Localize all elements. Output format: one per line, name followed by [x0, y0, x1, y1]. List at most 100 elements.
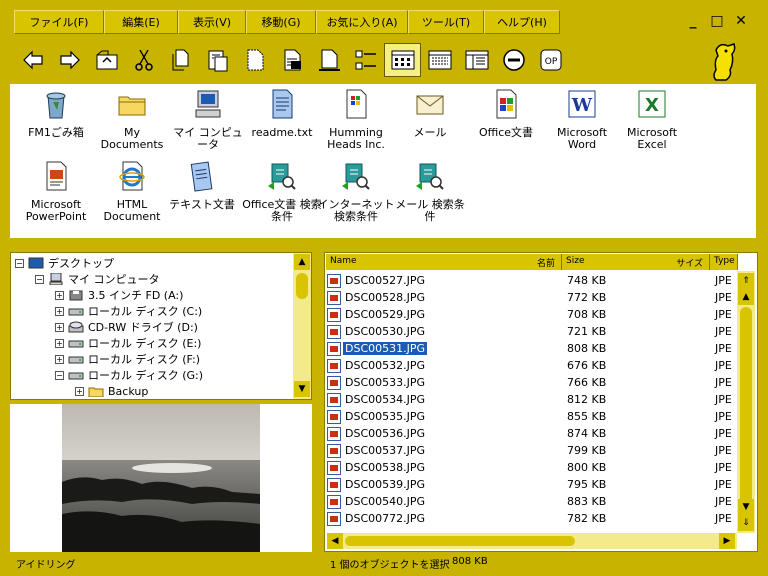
- cut-button[interactable]: [125, 43, 162, 77]
- file-row[interactable]: DSC00529.JPG 708 KB JPE: [327, 306, 745, 323]
- tree-node[interactable]: +3.5 インチ FD (A:): [55, 287, 183, 303]
- file-row[interactable]: DSC00539.JPG 795 KB JPE: [327, 476, 745, 493]
- tree-node-label: マイ コンピュータ: [68, 273, 160, 286]
- column-name-header[interactable]: Name 名前: [326, 254, 562, 270]
- tree-node[interactable]: − マイ コンピュータ: [35, 271, 160, 287]
- file-row[interactable]: DSC00536.JPG 874 KB JPE: [327, 425, 745, 442]
- jpeg-file-icon: [327, 273, 341, 288]
- tree-node[interactable]: − ローカル ディスク (G:): [55, 367, 203, 383]
- scroll-left-icon[interactable]: ◀: [327, 533, 343, 549]
- jpeg-file-icon: [327, 409, 341, 424]
- scroll-up-icon[interactable]: ▲: [294, 254, 310, 270]
- file-type: JPE: [715, 410, 732, 423]
- op-button[interactable]: OP: [532, 43, 569, 77]
- menu-go[interactable]: 移動(G): [246, 10, 316, 34]
- collapse-icon[interactable]: −: [55, 370, 64, 380]
- copy-button[interactable]: [162, 43, 199, 77]
- new-file-button[interactable]: [236, 43, 273, 77]
- tree-node[interactable]: + ローカル ディスク (E:): [55, 335, 201, 351]
- desktop-item[interactable]: FM1ごみ箱: [16, 86, 96, 139]
- menu-tools[interactable]: ツール(T): [408, 10, 484, 34]
- expand-icon[interactable]: +: [55, 322, 64, 332]
- scroll-down-icon[interactable]: ▼: [294, 381, 310, 397]
- expand-icon[interactable]: +: [55, 290, 64, 300]
- scroll-right-icon[interactable]: ▶: [719, 533, 735, 549]
- desktop-item[interactable]: HTML Document: [92, 158, 172, 223]
- file-size: 874 KB: [567, 427, 607, 440]
- file-row[interactable]: DSC00527.JPG 748 KB JPE: [327, 272, 745, 289]
- desktop-item[interactable]: マイ コンピュータ: [168, 86, 248, 151]
- file-type: JPE: [715, 291, 732, 304]
- blank-page-button[interactable]: [310, 43, 347, 77]
- desktop-item[interactable]: メール: [390, 86, 470, 139]
- column-type-header[interactable]: Type: [710, 254, 738, 270]
- file-row[interactable]: DSC00530.JPG 721 KB JPE: [327, 323, 745, 340]
- desktop-item[interactable]: readme.txt: [242, 86, 322, 139]
- file-row[interactable]: DSC00528.JPG 772 KB JPE: [327, 289, 745, 306]
- paste-button[interactable]: [199, 43, 236, 77]
- file-row[interactable]: DSC00535.JPG 855 KB JPE: [327, 408, 745, 425]
- desktop-item[interactable]: メール 検索条件: [390, 158, 470, 223]
- expand-icon[interactable]: +: [55, 338, 64, 348]
- expand-icon[interactable]: +: [55, 306, 64, 316]
- maximize-button[interactable]: □: [708, 12, 726, 30]
- hscroll-thumb[interactable]: [345, 536, 575, 546]
- tree-node-label: ローカル ディスク (C:): [88, 305, 203, 318]
- tree-scrollbar[interactable]: ▲ ▼: [293, 253, 311, 399]
- dog-mascot-icon: [713, 43, 736, 81]
- desktop-item[interactable]: My Documents: [92, 86, 172, 151]
- tree-node[interactable]: + ローカル ディスク (C:): [55, 303, 202, 319]
- details-view-button[interactable]: [421, 43, 458, 77]
- collapse-icon[interactable]: −: [15, 258, 24, 268]
- desktop-item[interactable]: Microsoft PowerPoint: [16, 158, 96, 223]
- desktop-item[interactable]: Humming Heads Inc.: [316, 86, 396, 151]
- file-row[interactable]: DSC00540.JPG 883 KB JPE: [327, 493, 745, 510]
- close-button[interactable]: ✕: [732, 12, 750, 30]
- menu-edit[interactable]: 編集(E): [104, 10, 178, 34]
- back-arrow-button[interactable]: [14, 43, 51, 77]
- desktop-item[interactable]: テキスト文書: [162, 158, 242, 211]
- stop-button[interactable]: [495, 43, 532, 77]
- file-row[interactable]: DSC00532.JPG 676 KB JPE: [327, 357, 745, 374]
- menu-view[interactable]: 表示(V): [178, 10, 246, 34]
- scroll-thumb[interactable]: [296, 273, 308, 299]
- file-row[interactable]: DSC00533.JPG 766 KB JPE: [327, 374, 745, 391]
- desktop-item[interactable]: Office文書 検索条件: [242, 158, 322, 223]
- desktop-item[interactable]: W Microsoft Word: [542, 86, 622, 151]
- expand-icon[interactable]: +: [55, 354, 64, 364]
- file-name: DSC00537.JPG: [345, 444, 426, 457]
- desktop-item[interactable]: インターネット 検索条件: [316, 158, 396, 223]
- list-view-button[interactable]: [347, 43, 384, 77]
- list-hscrollbar[interactable]: ◀ ▶: [327, 533, 737, 549]
- large-buttons-view-icon[interactable]: [384, 43, 421, 77]
- tree-node[interactable]: + CD-RW ドライブ (D:): [55, 319, 198, 335]
- tree-node[interactable]: + ローカル ディスク (F:): [55, 351, 200, 367]
- file-row[interactable]: DSC00538.JPG 800 KB JPE: [327, 459, 745, 476]
- file-name: DSC00535.JPG: [345, 410, 426, 423]
- column-size-header[interactable]: Size サイズ: [562, 254, 710, 270]
- desktop-icon-panel: FM1ごみ箱 My Documents マイ コンピュータ readme.txt Hum…: [10, 84, 756, 238]
- file-row[interactable]: DSC00772.JPG 782 KB JPE: [327, 510, 745, 527]
- minimize-button[interactable]: _: [684, 12, 702, 30]
- menu-file[interactable]: ファイル(F): [14, 10, 104, 34]
- desktop-item[interactable]: X Microsoft Excel: [612, 86, 692, 151]
- search-condition-icon: [416, 163, 444, 190]
- file-row[interactable]: DSC00537.JPG 799 KB JPE: [327, 442, 745, 459]
- menu-bar: ファイル(F) 編集(E) 表示(V) 移動(G) お気に入り(A) ツール(T) ヘルプ(…: [14, 10, 560, 36]
- desktop-item[interactable]: Office文書: [466, 86, 546, 139]
- desktop-item-label: readme.txt: [251, 126, 313, 139]
- file-size: 812 KB: [567, 393, 607, 406]
- file-row[interactable]: DSC00531.JPG 808 KB JPE: [327, 340, 745, 357]
- properties-button[interactable]: [273, 43, 310, 77]
- tree-node[interactable]: − デスクトップ: [15, 255, 114, 271]
- window-controls: _ □ ✕: [684, 12, 750, 30]
- tree-node[interactable]: + Backup: [75, 383, 148, 399]
- file-row[interactable]: DSC00534.JPG 812 KB JPE: [327, 391, 745, 408]
- menu-favorites[interactable]: お気に入り(A): [316, 10, 408, 34]
- expand-icon[interactable]: +: [75, 386, 84, 396]
- forward-arrow-button[interactable]: [51, 43, 88, 77]
- menu-help[interactable]: ヘルプ(H): [484, 10, 560, 34]
- small-buttons-view-icon[interactable]: [458, 43, 495, 77]
- up-folder-button[interactable]: [88, 43, 125, 77]
- collapse-icon[interactable]: −: [35, 274, 44, 284]
